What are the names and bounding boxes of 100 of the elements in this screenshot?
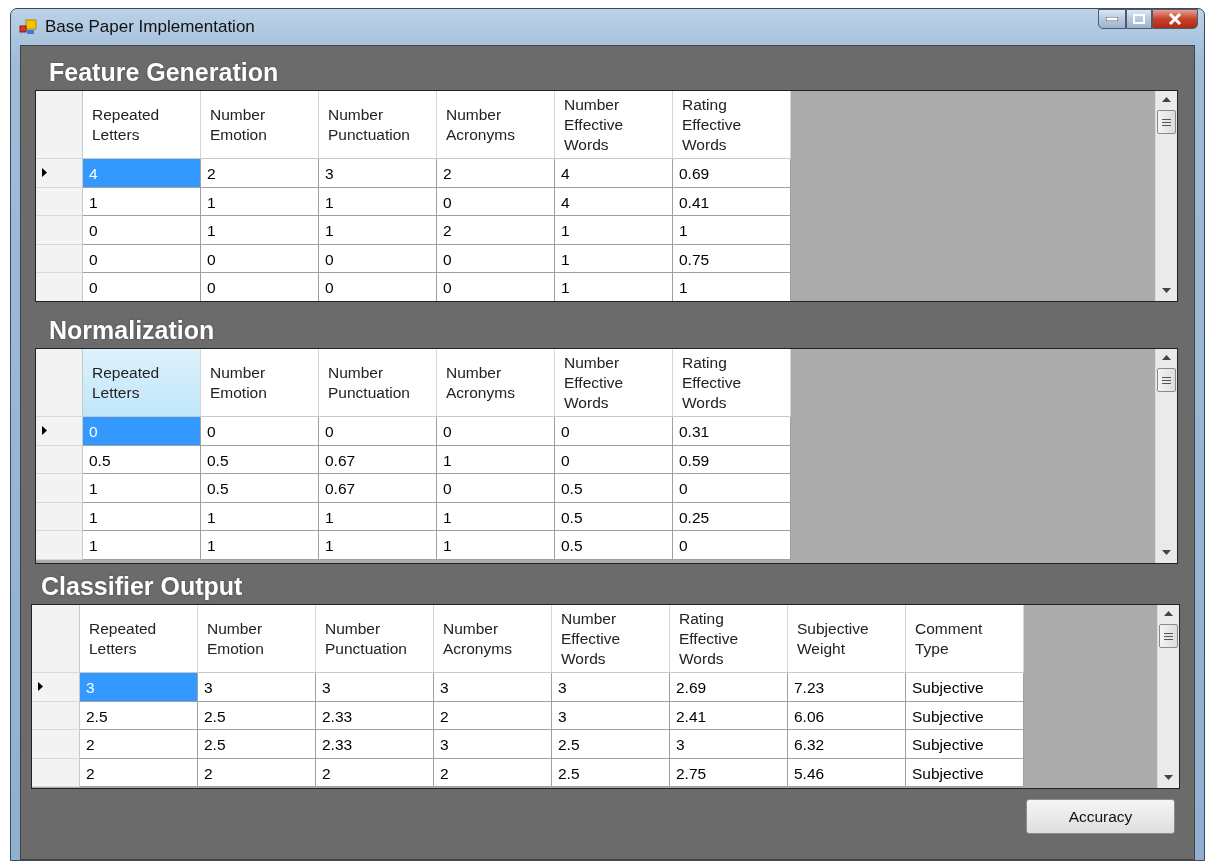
grip-icon [1162, 376, 1171, 384]
table-cell: 0 [83, 216, 201, 245]
table-cell: 2 [201, 159, 319, 188]
table-cell: 0.5 [555, 531, 673, 560]
scroll-up-icon[interactable] [1164, 611, 1173, 616]
column-header[interactable]: Rating Effective Words [673, 349, 791, 417]
scroll-down-icon[interactable] [1162, 550, 1171, 555]
table-cell: 0.69 [673, 159, 791, 188]
scroll-up-icon[interactable] [1162, 355, 1171, 360]
column-header[interactable]: Number Emotion [201, 91, 319, 159]
column-header[interactable]: Subjective Weight [788, 605, 906, 673]
app-icon [19, 19, 37, 35]
table-cell: 3 [316, 673, 434, 702]
column-header[interactable]: Number Punctuation [319, 91, 437, 159]
table-cell: 1 [437, 445, 555, 474]
table-cell: 0.25 [673, 502, 791, 531]
table-cell: 2.5 [80, 701, 198, 730]
scrollbar[interactable] [1155, 91, 1177, 301]
column-header[interactable]: Comment Type [906, 605, 1024, 673]
column-header[interactable]: Number Punctuation [319, 349, 437, 417]
table-cell: 6.06 [788, 701, 906, 730]
table-cell: 0 [437, 244, 555, 273]
table-cell: 1 [555, 244, 673, 273]
table-cell: 4 [83, 159, 201, 188]
table-cell: 1 [201, 216, 319, 245]
table-cell: Subjective [906, 758, 1024, 787]
column-header[interactable]: Number Acronyms [437, 349, 555, 417]
column-header[interactable]: Number Effective Words [552, 605, 670, 673]
column-header[interactable]: Rating Effective Words [673, 91, 791, 159]
scroll-thumb[interactable] [1159, 624, 1178, 648]
table-cell: 7.23 [788, 673, 906, 702]
table-cell: 0 [319, 273, 437, 301]
column-header[interactable]: Repeated Letters [80, 605, 198, 673]
table-cell: 2.33 [316, 730, 434, 759]
scroll-thumb[interactable] [1157, 110, 1176, 134]
table-cell: 2.5 [198, 730, 316, 759]
column-header[interactable]: Number Acronyms [434, 605, 552, 673]
table-cell: 2 [80, 730, 198, 759]
table-cell: 0 [437, 187, 555, 216]
table-cell: 0 [555, 417, 673, 446]
minimize-button[interactable] [1098, 9, 1126, 29]
table-cell: 1 [83, 187, 201, 216]
table-cell: Subjective [906, 673, 1024, 702]
table-cell: 2 [316, 758, 434, 787]
table-cell: 0 [673, 474, 791, 503]
scroll-down-icon[interactable] [1162, 288, 1171, 293]
table-cell: 1 [83, 474, 201, 503]
scrollbar[interactable] [1157, 605, 1179, 788]
table-cell: 1 [201, 531, 319, 560]
row-header[interactable] [36, 417, 83, 446]
column-header[interactable]: Number Acronyms [437, 91, 555, 159]
table-cell: 2.5 [552, 758, 670, 787]
table-cell: 3 [552, 701, 670, 730]
table-cell: 0 [673, 531, 791, 560]
table-cell: 1 [319, 187, 437, 216]
column-header[interactable]: Rating Effective Words [670, 605, 788, 673]
table-cell: 1 [555, 216, 673, 245]
column-header[interactable]: Number Punctuation [316, 605, 434, 673]
close-button[interactable] [1152, 9, 1198, 29]
table-cell: 4 [555, 187, 673, 216]
column-header[interactable]: Number Effective Words [555, 349, 673, 417]
table-cell: 0.67 [319, 445, 437, 474]
table-cell: 1 [319, 531, 437, 560]
accuracy-button[interactable]: Accuracy [1026, 799, 1175, 834]
table-cell: 1 [83, 531, 201, 560]
maximize-button[interactable] [1126, 9, 1152, 29]
column-header[interactable]: Number Emotion [201, 349, 319, 417]
section-title: Normalization [49, 315, 216, 346]
table-cell: 2.69 [670, 673, 788, 702]
maximize-icon [1133, 14, 1145, 24]
table-cell: 2.5 [198, 701, 316, 730]
column-header[interactable]: Repeated Letters [83, 91, 201, 159]
table-cell: 1 [673, 216, 791, 245]
scroll-up-icon[interactable] [1162, 97, 1171, 102]
grip-icon [1162, 118, 1171, 126]
table-cell: 2.5 [552, 730, 670, 759]
scrollbar[interactable] [1155, 349, 1177, 563]
table-cell: 2 [434, 758, 552, 787]
table-cell: 2 [198, 758, 316, 787]
window-title: Base Paper Implementation [45, 17, 256, 37]
table-cell: 3 [670, 730, 788, 759]
column-header[interactable]: Number Emotion [198, 605, 316, 673]
table-cell: 0 [319, 244, 437, 273]
table-cell: 1 [437, 502, 555, 531]
table-cell: 0.31 [673, 417, 791, 446]
column-header[interactable]: Number Effective Words [555, 91, 673, 159]
row-header[interactable] [32, 673, 80, 702]
scroll-thumb[interactable] [1157, 368, 1176, 392]
row-header[interactable] [36, 159, 83, 188]
table-cell: 2 [434, 701, 552, 730]
table-cell: 0.59 [673, 445, 791, 474]
row-header[interactable] [36, 273, 83, 301]
table-cell: 0 [201, 244, 319, 273]
table-cell: 5.46 [788, 758, 906, 787]
table-cell: 0 [201, 417, 319, 446]
table-cell: 0.75 [673, 244, 791, 273]
column-header[interactable]: Repeated Letters [83, 349, 201, 417]
scroll-down-icon[interactable] [1164, 775, 1173, 780]
table-cell: 0 [201, 273, 319, 301]
table-cell: 0 [319, 417, 437, 446]
